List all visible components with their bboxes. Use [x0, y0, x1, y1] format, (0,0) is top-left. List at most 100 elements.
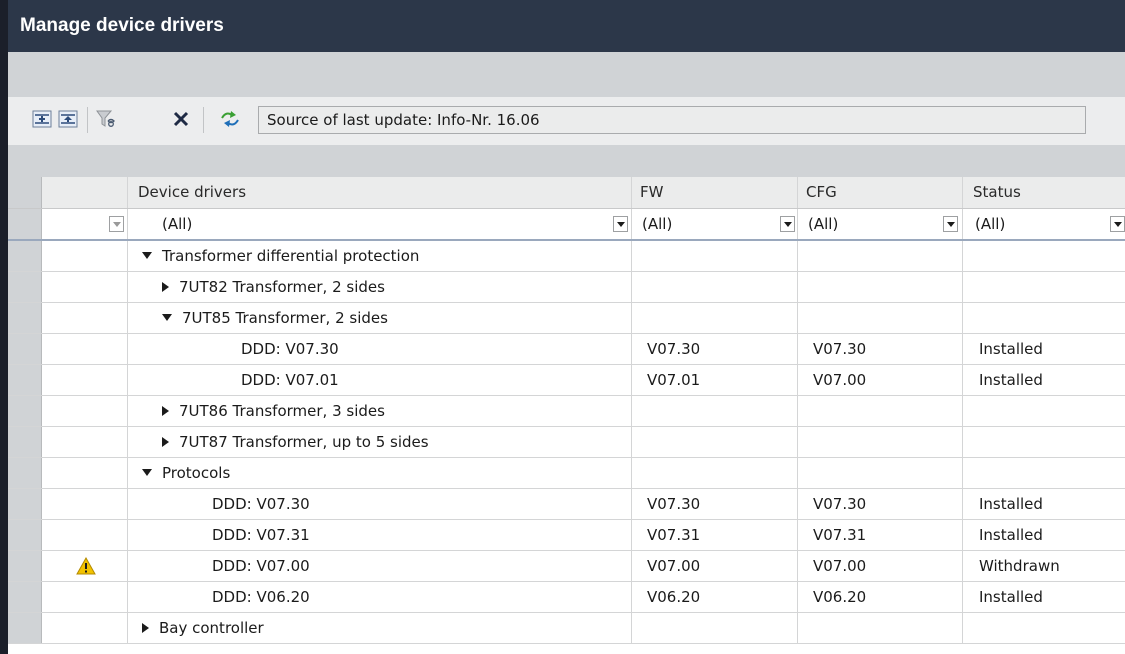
device-filter-dropdown-icon[interactable] — [613, 216, 628, 232]
collapse-toggle-icon[interactable] — [162, 436, 169, 447]
device-name: Bay controller — [159, 619, 264, 637]
table-row[interactable]: 7UT86 Transformer, 3 sides — [8, 396, 1125, 427]
cfg-value: V07.30 — [798, 489, 963, 519]
row-header — [8, 365, 42, 395]
table-row[interactable]: DDD: V06.20 V06.20 V06.20 Installed — [8, 582, 1125, 613]
cfg-value: V07.00 — [798, 365, 963, 395]
fw-filter-dropdown-icon[interactable] — [780, 216, 795, 232]
row-header — [8, 551, 42, 581]
row-icon-cell — [42, 365, 128, 395]
device-name: 7UT85 Transformer, 2 sides — [182, 309, 388, 327]
table-row[interactable]: DDD: V07.01 V07.01 V07.00 Installed — [8, 365, 1125, 396]
table-row[interactable]: 7UT82 Transformer, 2 sides — [8, 272, 1125, 303]
source-of-last-update-field: Source of last update: Info-Nr. 16.06 — [258, 106, 1086, 134]
filter-row: (All) (All) (All) (All) — [8, 209, 1125, 241]
device-filter[interactable]: (All) — [128, 209, 632, 239]
status-filter-value: (All) — [975, 215, 1006, 233]
fw-filter-value: (All) — [642, 215, 673, 233]
row-icon-cell — [42, 334, 128, 364]
expand-toggle-icon[interactable] — [162, 314, 172, 321]
row-header — [8, 209, 42, 239]
toolbar-separator — [203, 107, 204, 133]
expand-all-icon[interactable] — [30, 107, 54, 131]
table-row[interactable]: Transformer differential protection — [8, 241, 1125, 272]
cfg-value: V06.20 — [798, 582, 963, 612]
device-name: DDD: V07.30 — [128, 489, 632, 519]
clear-filter-icon[interactable] — [94, 107, 118, 131]
row-icon-cell — [42, 582, 128, 612]
status-filter[interactable]: (All) — [963, 209, 1125, 239]
cfg-filter[interactable]: (All) — [798, 209, 963, 239]
row-header — [8, 520, 42, 550]
delete-icon[interactable] — [169, 107, 193, 131]
fw-value: V07.30 — [632, 334, 798, 364]
table-row[interactable]: DDD: V07.00 V07.00 V07.00 Withdrawn — [8, 551, 1125, 582]
status-value: Withdrawn — [979, 557, 1060, 575]
table-row[interactable]: DDD: V07.31 V07.31 V07.31 Installed — [8, 520, 1125, 551]
status-value: Installed — [979, 495, 1043, 513]
status-value: Installed — [979, 371, 1043, 389]
cfg-value: V07.00 — [798, 551, 963, 581]
icon-filter-cell — [42, 209, 128, 239]
fw-value: V06.20 — [632, 582, 798, 612]
table-header-row: Device drivers FW CFG Status — [8, 177, 1125, 209]
row-icon-cell — [42, 551, 128, 581]
cfg-filter-dropdown-icon[interactable] — [943, 216, 958, 232]
status-value: Installed — [979, 340, 1043, 358]
row-header — [8, 396, 42, 426]
collapse-all-icon[interactable] — [56, 107, 80, 131]
expand-toggle-icon[interactable] — [142, 469, 152, 476]
column-header-cfg[interactable]: CFG — [798, 177, 963, 208]
row-icon-cell — [42, 427, 128, 457]
row-header — [8, 582, 42, 612]
table-row[interactable]: 7UT85 Transformer, 2 sides — [8, 303, 1125, 334]
row-header — [8, 427, 42, 457]
collapse-toggle-icon[interactable] — [162, 281, 169, 292]
device-name: Protocols — [162, 464, 231, 482]
fw-filter[interactable]: (All) — [632, 209, 798, 239]
row-header — [8, 177, 42, 208]
expand-toggle-icon[interactable] — [142, 252, 152, 259]
device-name: DDD: V07.30 — [128, 334, 632, 364]
row-header — [8, 613, 42, 643]
device-name: 7UT82 Transformer, 2 sides — [179, 278, 385, 296]
device-name: 7UT86 Transformer, 3 sides — [179, 402, 385, 420]
fw-value: V07.01 — [632, 365, 798, 395]
row-header — [8, 458, 42, 488]
device-name: DDD: V07.31 — [128, 520, 632, 550]
device-name: Transformer differential protection — [162, 247, 420, 265]
update-icon[interactable] — [218, 107, 242, 131]
icon-filter-dropdown[interactable] — [109, 216, 124, 232]
row-icon-cell — [42, 396, 128, 426]
cfg-value: V07.30 — [798, 334, 963, 364]
device-name: DDD: V06.20 — [128, 582, 632, 612]
collapse-toggle-icon[interactable] — [162, 405, 169, 416]
column-header-fw[interactable]: FW — [632, 177, 798, 208]
status-value: Installed — [979, 526, 1043, 544]
row-header — [8, 489, 42, 519]
table-row[interactable]: Protocols — [8, 458, 1125, 489]
table-row[interactable]: DDD: V07.30 V07.30 V07.30 Installed — [8, 489, 1125, 520]
row-icon-cell — [42, 272, 128, 302]
window-title: Manage device drivers — [8, 0, 1125, 52]
device-filter-value: (All) — [162, 215, 193, 233]
header-band-lower — [8, 145, 1125, 177]
fw-value: V07.00 — [632, 551, 798, 581]
table-row[interactable]: Bay controller — [8, 613, 1125, 644]
row-header — [8, 334, 42, 364]
table-row[interactable]: DDD: V07.30 V07.30 V07.30 Installed — [8, 334, 1125, 365]
status-value: Installed — [979, 588, 1043, 606]
table-row[interactable]: 7UT87 Transformer, up to 5 sides — [8, 427, 1125, 458]
row-icon-cell — [42, 613, 128, 643]
device-drivers-table: Device drivers FW CFG Status (All) (All)… — [8, 177, 1125, 644]
row-header — [8, 272, 42, 302]
device-name: DDD: V07.00 — [128, 551, 632, 581]
column-header-status[interactable]: Status — [963, 177, 1125, 208]
manage-device-drivers-window: Manage device drivers Source of last upd… — [0, 0, 1125, 654]
row-icon-cell — [42, 241, 128, 271]
column-header-device-drivers[interactable]: Device drivers — [128, 177, 632, 208]
collapse-toggle-icon[interactable] — [142, 622, 149, 633]
window-edge — [0, 0, 8, 654]
status-filter-dropdown-icon[interactable] — [1110, 216, 1125, 232]
icon-column-header — [42, 177, 128, 208]
